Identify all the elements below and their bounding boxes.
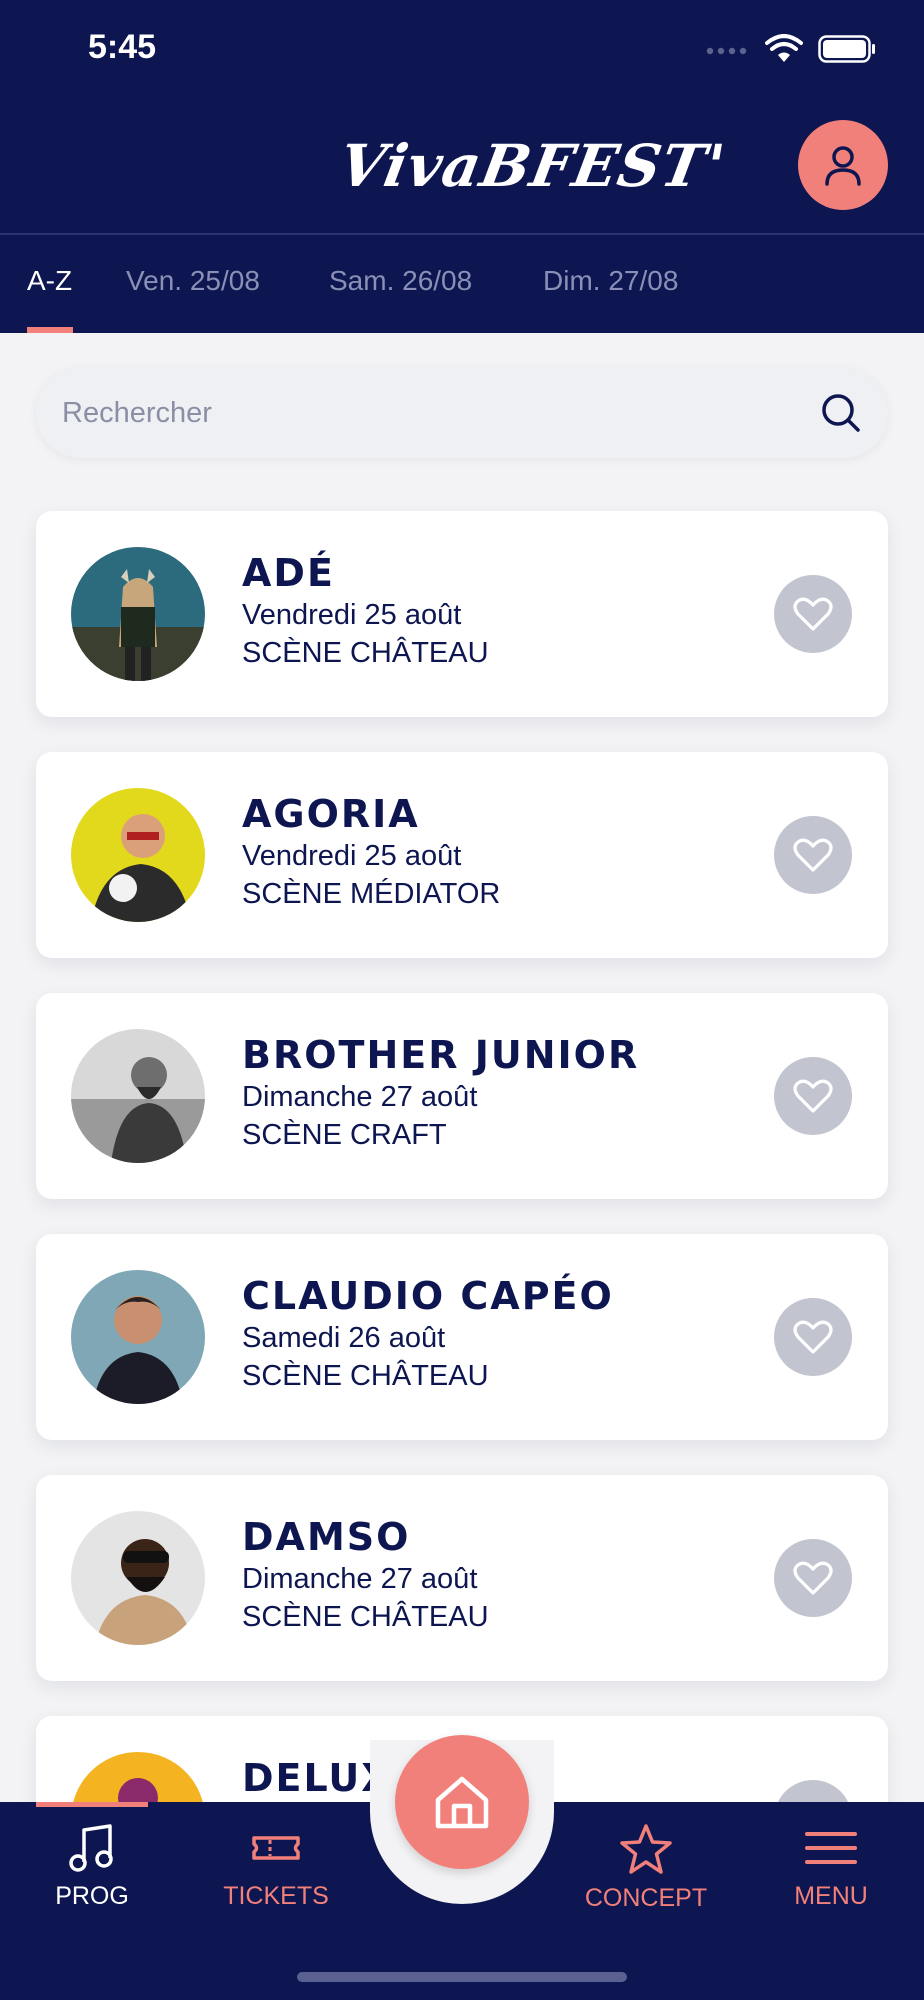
tab-a-z[interactable]: A-Z <box>27 265 72 297</box>
artist-day: Dimanche 27 août <box>242 1081 478 1113</box>
favorite-button[interactable] <box>774 816 852 894</box>
artist-day: Dimanche 27 août <box>242 1563 478 1595</box>
artist-card[interactable]: ADÉ Vendredi 25 août SCÈNE CHÂTEAU <box>36 511 888 717</box>
tab-saturday[interactable]: Sam. 26/08 <box>329 265 472 297</box>
nav-tickets[interactable]: TICKETS <box>206 1822 346 1911</box>
favorite-button[interactable] <box>774 1539 852 1617</box>
artist-name: BROTHER JUNIOR <box>242 1033 640 1077</box>
artist-name: CLAUDIO CAPÉO <box>242 1274 614 1318</box>
heart-icon <box>793 597 833 631</box>
user-icon <box>825 146 861 186</box>
artist-stage: SCÈNE CHÂTEAU <box>242 1601 489 1633</box>
nav-concept[interactable]: CONCEPT <box>576 1822 716 1913</box>
artist-card[interactable]: AGORIA Vendredi 25 août SCÈNE MÉDIATOR <box>36 752 888 958</box>
heart-icon <box>793 1320 833 1354</box>
tab-friday[interactable]: Ven. 25/08 <box>126 265 260 297</box>
nav-prog[interactable]: PROG <box>22 1822 162 1911</box>
artist-name: DAMSO <box>242 1515 411 1559</box>
home-icon <box>435 1776 489 1829</box>
battery-icon <box>818 35 875 63</box>
artist-avatar <box>71 1270 205 1404</box>
ticket-icon <box>252 1836 300 1860</box>
home-button[interactable] <box>395 1735 529 1869</box>
app-header: 5:45 VivaBFEST' A-Z Ven. 25/08 Sam. 26/0… <box>0 0 924 333</box>
artist-avatar <box>71 1511 205 1645</box>
active-tab-indicator <box>27 327 73 333</box>
heart-icon <box>793 838 833 872</box>
artist-day: Vendredi 25 août <box>242 599 462 631</box>
menu-icon <box>805 1832 857 1864</box>
active-nav-indicator <box>36 1802 148 1807</box>
nav-tickets-label: TICKETS <box>223 1882 329 1910</box>
wifi-icon <box>765 34 803 62</box>
artist-stage: SCÈNE CHÂTEAU <box>242 637 489 669</box>
status-icons <box>706 34 876 64</box>
artist-name: ADÉ <box>242 551 335 595</box>
favorite-button[interactable] <box>774 1298 852 1376</box>
nav-concept-label: CONCEPT <box>584 1884 708 1912</box>
nav-menu[interactable]: MENU <box>761 1822 901 1911</box>
nav-menu-label: MENU <box>794 1882 868 1910</box>
festival-logo: VivaBFEST' <box>334 132 731 200</box>
search-input[interactable] <box>62 368 802 458</box>
home-indicator-bar <box>297 1972 627 1982</box>
day-tabs: A-Z Ven. 25/08 Sam. 26/08 Dim. 27/08 <box>0 235 924 333</box>
profile-button[interactable] <box>798 120 888 210</box>
nav-prog-label: PROG <box>55 1882 129 1910</box>
music-note-icon <box>69 1824 113 1872</box>
search-bar <box>36 368 888 458</box>
artist-name: AGORIA <box>242 792 420 836</box>
artist-card[interactable]: DAMSO Dimanche 27 août SCÈNE CHÂTEAU <box>36 1475 888 1681</box>
artist-card[interactable]: CLAUDIO CAPÉO Samedi 26 août SCÈNE CHÂTE… <box>36 1234 888 1440</box>
artist-stage: SCÈNE MÉDIATOR <box>242 878 501 910</box>
artist-avatar <box>71 1029 205 1163</box>
favorite-button[interactable] <box>774 575 852 653</box>
favorite-button[interactable] <box>774 1057 852 1135</box>
artist-day: Vendredi 25 août <box>242 840 462 872</box>
star-icon <box>620 1824 672 1874</box>
artist-card[interactable]: BROTHER JUNIOR Dimanche 27 août SCÈNE CR… <box>36 993 888 1199</box>
artist-avatar <box>71 547 205 681</box>
artist-avatar <box>71 788 205 922</box>
status-time: 5:45 <box>88 28 157 66</box>
artist-day: Samedi 26 août <box>242 1322 446 1354</box>
artist-stage: SCÈNE CRAFT <box>242 1119 447 1151</box>
tab-sunday[interactable]: Dim. 27/08 <box>543 265 678 297</box>
artist-stage: SCÈNE CHÂTEAU <box>242 1360 489 1392</box>
search-icon[interactable] <box>820 392 862 434</box>
heart-icon <box>793 1079 833 1113</box>
heart-icon <box>793 1561 833 1595</box>
signal-icon <box>706 47 747 55</box>
